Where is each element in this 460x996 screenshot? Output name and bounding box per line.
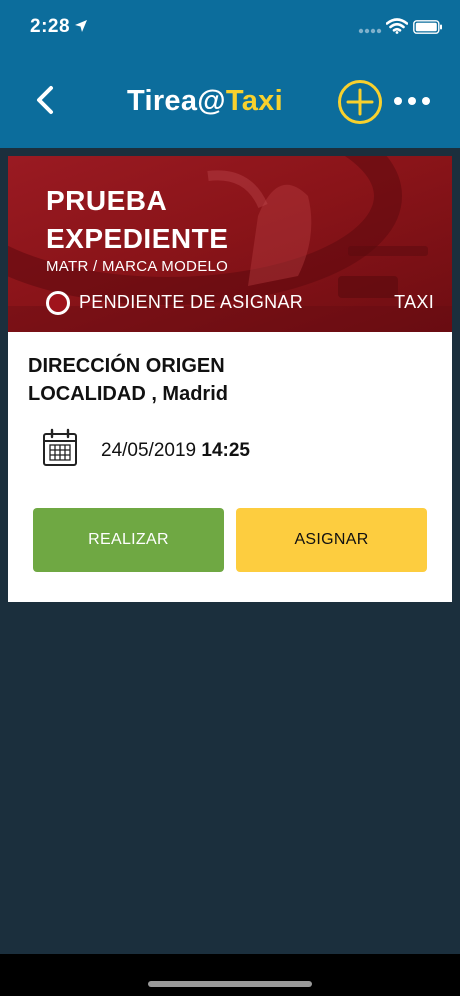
top-bar: 2:28 Tirea@Taxi — [0, 0, 460, 148]
vehicle-info: MATR / MARCA MODELO — [46, 258, 229, 275]
status-bar: 2:28 — [0, 0, 460, 56]
service-title-line2: EXPEDIENTE — [46, 223, 229, 254]
service-type-label: TAXI — [394, 292, 434, 312]
battery-icon — [413, 20, 442, 34]
home-indicator-area — [0, 954, 460, 996]
asignar-button[interactable]: ASIGNAR — [236, 508, 427, 572]
home-indicator[interactable] — [148, 981, 312, 987]
app-logo: Tirea@Taxi — [127, 83, 283, 119]
signal-dots-icon — [358, 28, 382, 34]
service-title: PRUEBA EXPEDIENTE — [46, 182, 386, 258]
realizar-button[interactable]: REALIZAR — [33, 508, 224, 572]
location-arrow-icon — [75, 20, 87, 32]
origin-address: DIRECCIÓN ORIGEN LOCALIDAD , Madrid — [28, 352, 438, 408]
more-options-button[interactable] — [392, 94, 432, 108]
logo-text-part1: Tirea@ — [127, 85, 226, 117]
service-date: 24/05/2019 — [101, 440, 197, 461]
card-header-image: PRUEBA EXPEDIENTE MATR / MARCA MODELO PE… — [8, 156, 452, 332]
wifi-icon — [386, 18, 408, 34]
status-time: 2:28 — [30, 16, 71, 37]
status-text: PENDIENTE DE ASIGNAR — [79, 292, 304, 312]
origin-address-line2: LOCALIDAD , Madrid — [28, 383, 228, 405]
origin-address-line1: DIRECCIÓN ORIGEN — [28, 355, 225, 377]
service-card[interactable]: PRUEBA EXPEDIENTE MATR / MARCA MODELO PE… — [8, 156, 452, 602]
service-title-line1: PRUEBA — [46, 185, 168, 216]
logo-text-part2: Taxi — [225, 85, 283, 117]
status-indicator-icon — [46, 291, 70, 315]
nav-bar: Tirea@Taxi — [0, 70, 460, 132]
service-time: 14:25 — [201, 440, 250, 461]
calendar-icon — [43, 428, 77, 466]
add-button[interactable] — [337, 79, 383, 125]
service-datetime: 24/05/2019 14:25 — [101, 440, 250, 462]
back-button[interactable] — [30, 82, 60, 118]
